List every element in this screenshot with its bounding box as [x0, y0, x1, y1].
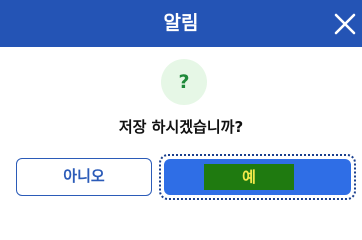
confirm-dialog: 알림 ? 저장 하시겠습니까? 아니오 예	[0, 0, 362, 202]
no-button[interactable]: 아니오	[16, 158, 152, 196]
question-icon: ?	[161, 59, 207, 105]
dialog-titlebar: 알림	[0, 0, 362, 47]
yes-button-label: 예	[204, 164, 294, 190]
yes-button[interactable]: 예	[164, 159, 351, 195]
close-icon	[334, 13, 356, 35]
dialog-title: 알림	[163, 12, 199, 34]
dialog-message: 저장 하시겠습니까?	[118, 118, 244, 136]
close-button[interactable]	[331, 10, 359, 38]
